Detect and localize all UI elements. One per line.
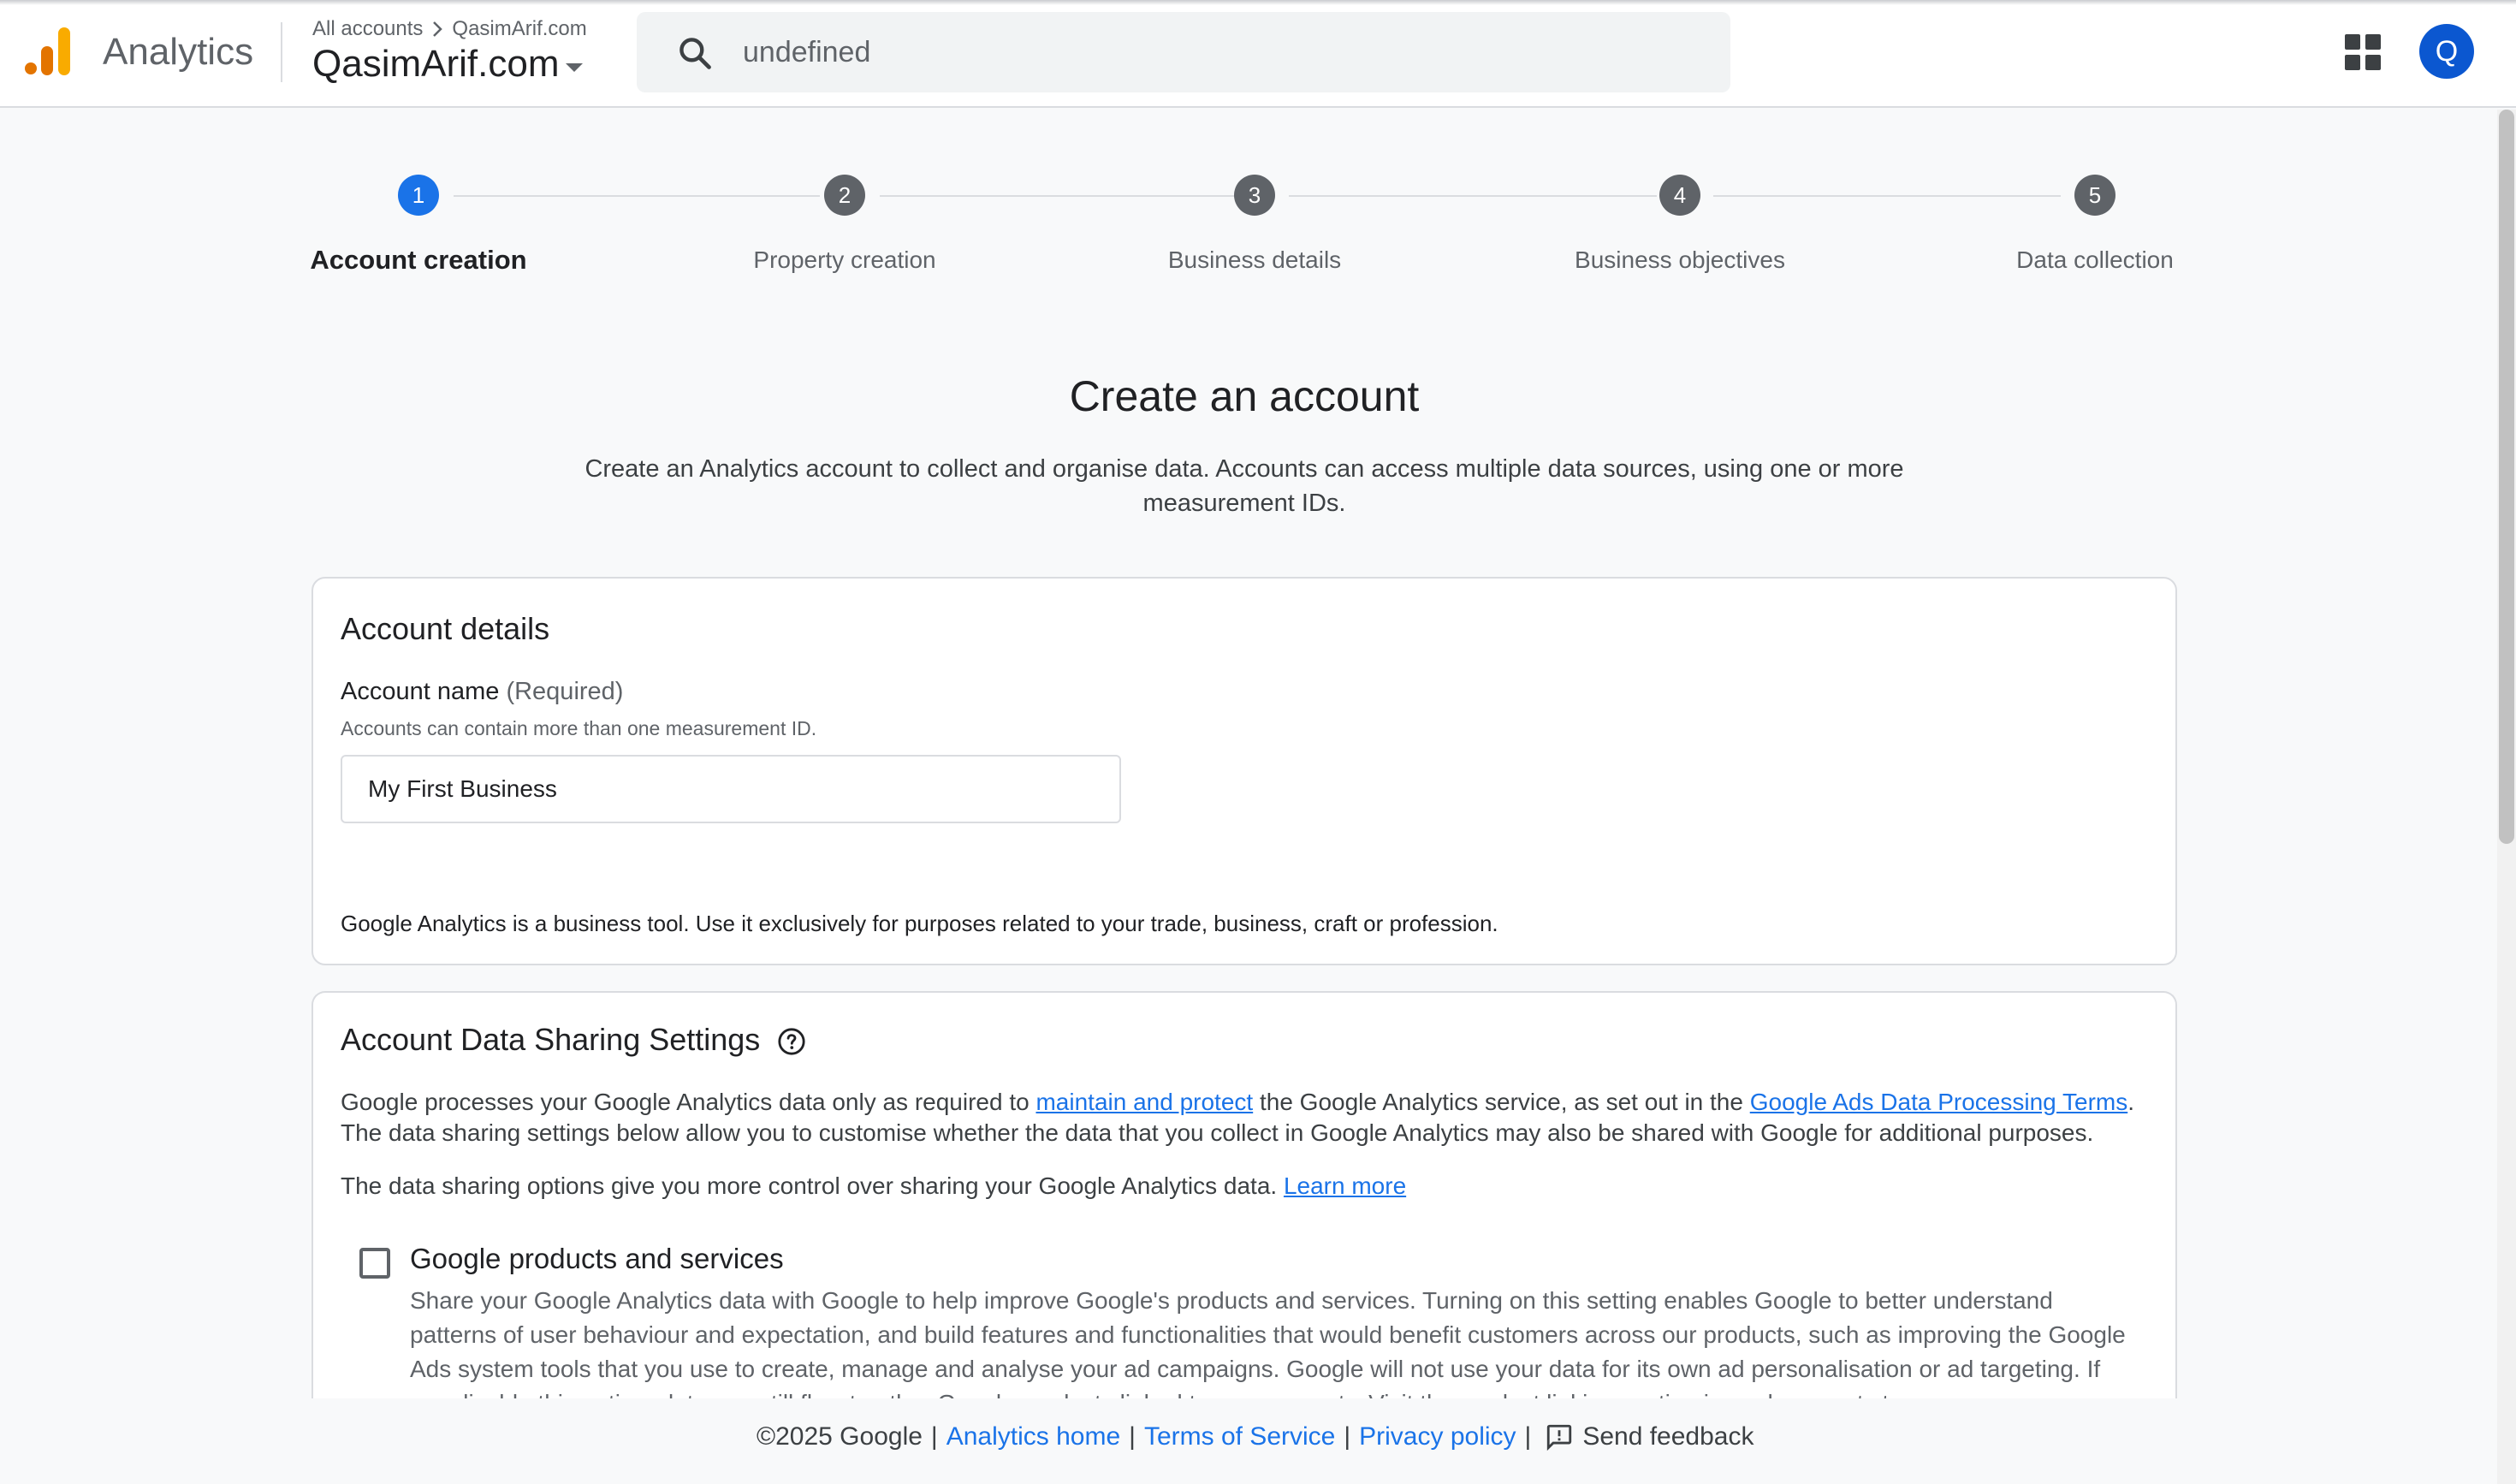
send-feedback-label: Send feedback — [1582, 1422, 1754, 1451]
step-connector — [454, 195, 820, 197]
header-divider — [281, 22, 282, 82]
account-name-help: Accounts can contain more than one measu… — [341, 717, 817, 739]
page-title: Create an account — [1069, 372, 1420, 420]
breadcrumb: All accounts QasimArif.com — [312, 17, 587, 41]
required-marker: (Required) — [506, 678, 624, 705]
apps-grid-icon[interactable] — [2345, 34, 2381, 70]
search-bar[interactable] — [637, 12, 1730, 92]
data-sharing-description: Google processes your Google Analytics d… — [341, 1087, 2155, 1149]
learn-more-link[interactable]: Learn more — [1284, 1172, 1406, 1199]
footer: ©2025 Google | Analytics home | Terms of… — [0, 1398, 2497, 1484]
footer-links: ©2025 Google | Analytics home | Terms of… — [757, 1422, 1753, 1451]
dropdown-arrow-icon — [566, 63, 584, 72]
privacy-policy-link[interactable]: Privacy policy — [1359, 1422, 1516, 1451]
avatar[interactable]: Q — [2419, 24, 2474, 79]
business-tool-notice: Google Analytics is a business tool. Use… — [341, 911, 1498, 936]
desc-text-1: Google processes your Google Analytics d… — [341, 1089, 1036, 1115]
account-details-title: Account details — [341, 611, 550, 646]
search-input[interactable] — [743, 31, 1684, 74]
step-2-indicator: 2 — [824, 175, 865, 216]
product-name: Analytics — [103, 31, 254, 73]
terms-of-service-link[interactable]: Terms of Service — [1144, 1422, 1335, 1451]
step-5-indicator: 5 — [2074, 175, 2115, 216]
scrollbar-thumb[interactable] — [2499, 110, 2514, 844]
step-3-indicator: 3 — [1234, 175, 1275, 216]
data-sharing-options-text: The data sharing options give you more c… — [341, 1171, 2155, 1202]
account-name-label-text: Account name — [341, 678, 500, 705]
step-4-indicator: 4 — [1659, 175, 1700, 216]
account-name-label: Account name (Required) — [341, 678, 623, 706]
footer-separator: | — [1344, 1422, 1351, 1451]
page-subtitle: Create an Analytics account to collect a… — [584, 455, 1904, 517]
step-1-label: Account creation — [310, 245, 527, 275]
footer-separator: | — [1129, 1422, 1136, 1451]
google-products-checkbox[interactable] — [359, 1248, 390, 1279]
help-icon[interactable] — [777, 1027, 806, 1056]
footer-separator: | — [930, 1422, 938, 1451]
breadcrumb-all-accounts[interactable]: All accounts — [312, 17, 423, 41]
top-app-bar: Analytics All accounts QasimArif.com Qas… — [0, 0, 2516, 108]
step-5-label: Data collection — [2016, 246, 2174, 273]
analytics-home-link[interactable]: Analytics home — [946, 1422, 1120, 1451]
footer-separator: | — [1524, 1422, 1532, 1451]
account-picker[interactable]: QasimArif.com — [312, 43, 584, 86]
data-sharing-title: Account Data Sharing Settings — [341, 1022, 761, 1057]
account-name-field[interactable] — [341, 755, 1121, 823]
step-3-label: Business details — [1167, 246, 1342, 273]
step-connector — [1713, 195, 2061, 197]
step-connector — [1289, 195, 1657, 197]
analytics-logo-icon[interactable] — [24, 26, 72, 77]
step-4-label: Business objectives — [1575, 246, 1785, 273]
step-1-indicator: 1 — [398, 175, 439, 216]
feedback-icon — [1547, 1424, 1572, 1451]
maintain-and-protect-link[interactable]: maintain and protect — [1035, 1089, 1253, 1115]
google-products-title: Google products and services — [410, 1243, 784, 1274]
account-picker-label: QasimArif.com — [312, 43, 560, 85]
copyright: ©2025 Google — [757, 1422, 923, 1451]
send-feedback-button[interactable]: Send feedback — [1545, 1422, 1753, 1451]
chevron-right-icon — [433, 21, 443, 37]
breadcrumb-account[interactable]: QasimArif.com — [452, 17, 586, 41]
data-processing-terms-link[interactable]: Google Ads Data Processing Terms — [1750, 1089, 2127, 1115]
top-shadow — [0, 0, 2516, 5]
step-2-label: Property creation — [753, 246, 936, 273]
setup-stepper: 1 Account creation 2 Property creation 3… — [310, 175, 2177, 286]
desc-text-2: the Google Analytics service, as set out… — [1253, 1089, 1750, 1115]
options-text: The data sharing options give you more c… — [341, 1172, 1284, 1199]
search-icon — [679, 38, 711, 69]
account-details-card: Account details Account name (Required) … — [312, 577, 2177, 965]
step-connector — [880, 195, 1234, 197]
